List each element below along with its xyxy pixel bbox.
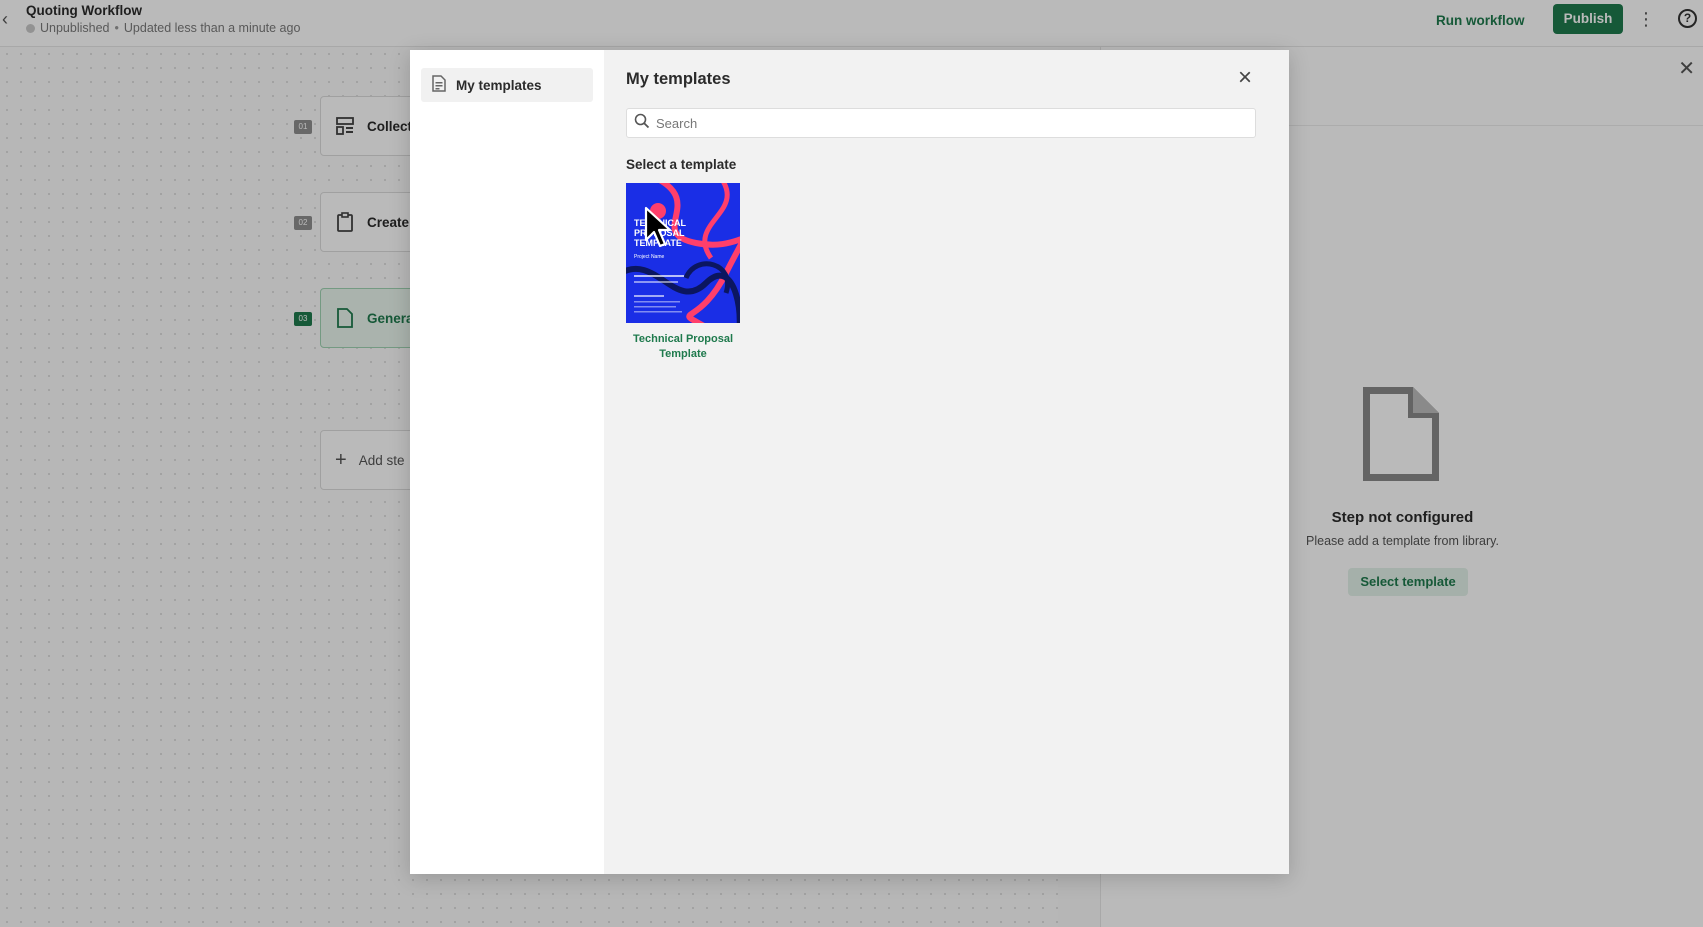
thumb-subtitle: Project Name: [634, 254, 665, 260]
search-icon: [634, 113, 650, 134]
sidebar-item-label: My templates: [456, 77, 542, 93]
select-template-label: Select a template: [626, 157, 737, 172]
modal-sidebar: My templates: [410, 50, 604, 874]
search-box: [626, 108, 1256, 138]
mouse-pointer-icon: [644, 206, 672, 253]
close-icon[interactable]: ×: [1233, 66, 1257, 90]
template-picker-modal: My templates My templates × Select a tem…: [410, 50, 1289, 874]
template-name[interactable]: Technical Proposal Template: [626, 332, 740, 362]
search-input[interactable]: [656, 115, 1246, 131]
sidebar-item-my-templates[interactable]: My templates: [421, 68, 593, 102]
template-file-icon: [432, 75, 446, 95]
template-thumbnail[interactable]: TECHNICAL PROPOSAL TEMPLATE Project Name: [626, 183, 740, 323]
modal-title: My templates: [626, 70, 731, 88]
